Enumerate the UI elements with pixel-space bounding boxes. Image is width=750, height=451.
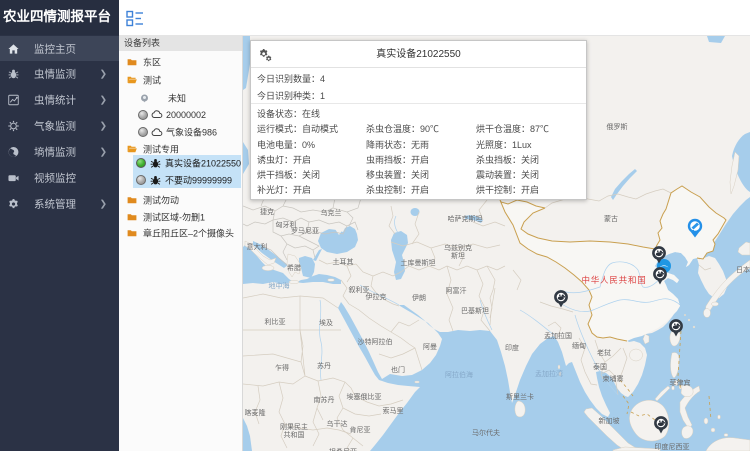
svg-text:孟加拉湾: 孟加拉湾: [535, 369, 563, 378]
svg-text:喀麦隆: 喀麦隆: [245, 408, 266, 417]
svg-text:埃及: 埃及: [319, 318, 333, 327]
svg-text:叙利亚: 叙利亚: [349, 285, 370, 294]
svg-text:俄罗斯: 俄罗斯: [607, 122, 628, 131]
svg-text:乍得: 乍得: [275, 363, 289, 372]
svg-text:土耳其: 土耳其: [333, 257, 354, 266]
svg-text:肯尼亚: 肯尼亚: [350, 425, 371, 434]
svg-text:希腊: 希腊: [287, 263, 301, 272]
svg-text:沙特阿拉伯: 沙特阿拉伯: [358, 337, 393, 346]
svg-text:南苏丹: 南苏丹: [314, 395, 335, 404]
svg-text:缅甸: 缅甸: [572, 341, 586, 350]
svg-text:印度: 印度: [505, 343, 519, 352]
svg-text:乌克兰: 乌克兰: [321, 208, 342, 217]
svg-text:哈萨克斯坦: 哈萨克斯坦: [448, 214, 483, 223]
svg-text:阿曼: 阿曼: [423, 342, 437, 351]
svg-text:索马里: 索马里: [383, 406, 404, 415]
svg-text:捷克: 捷克: [260, 207, 274, 216]
svg-text:菲律宾: 菲律宾: [670, 378, 691, 387]
svg-text:伊朗: 伊朗: [412, 293, 426, 302]
svg-text:罗马尼亚: 罗马尼亚: [291, 227, 319, 235]
svg-text:乌干达: 乌干达: [327, 419, 348, 428]
svg-text:蒙古: 蒙古: [604, 214, 618, 223]
svg-text:马尔代夫: 马尔代夫: [472, 428, 500, 437]
svg-text:阿拉伯海: 阿拉伯海: [445, 370, 473, 379]
svg-text:苏丹: 苏丹: [317, 361, 331, 370]
svg-text:土库曼斯坦: 土库曼斯坦: [401, 258, 436, 267]
svg-text:日本: 日本: [736, 265, 750, 274]
svg-text:意大利: 意大利: [247, 242, 268, 251]
svg-text:老挝: 老挝: [597, 348, 611, 357]
svg-text:柬埔寨: 柬埔寨: [603, 374, 624, 383]
svg-text:地中海: 地中海: [269, 281, 290, 290]
svg-text:印度尼西亚: 印度尼西亚: [655, 442, 690, 451]
svg-text:也门: 也门: [391, 365, 405, 374]
svg-text:巴基斯坦: 巴基斯坦: [461, 306, 489, 315]
svg-text:刚果民主: 刚果民主: [280, 422, 308, 431]
svg-text:乌兹别克: 乌兹别克: [444, 243, 472, 252]
svg-text:中华人民共和国: 中华人民共和国: [581, 275, 646, 285]
svg-text:伊拉克: 伊拉克: [366, 292, 387, 301]
svg-text:泰国: 泰国: [593, 362, 607, 371]
svg-text:埃塞俄比亚: 埃塞俄比亚: [347, 392, 382, 401]
svg-text:利比亚: 利比亚: [265, 317, 286, 326]
svg-text:新加坡: 新加坡: [599, 416, 620, 425]
svg-text:阿富汗: 阿富汗: [446, 286, 467, 295]
svg-text:斯坦: 斯坦: [451, 251, 465, 260]
svg-text:共和国: 共和国: [284, 430, 305, 439]
svg-text:斯里兰卡: 斯里兰卡: [506, 392, 534, 401]
svg-text:孟加拉国: 孟加拉国: [544, 331, 572, 340]
